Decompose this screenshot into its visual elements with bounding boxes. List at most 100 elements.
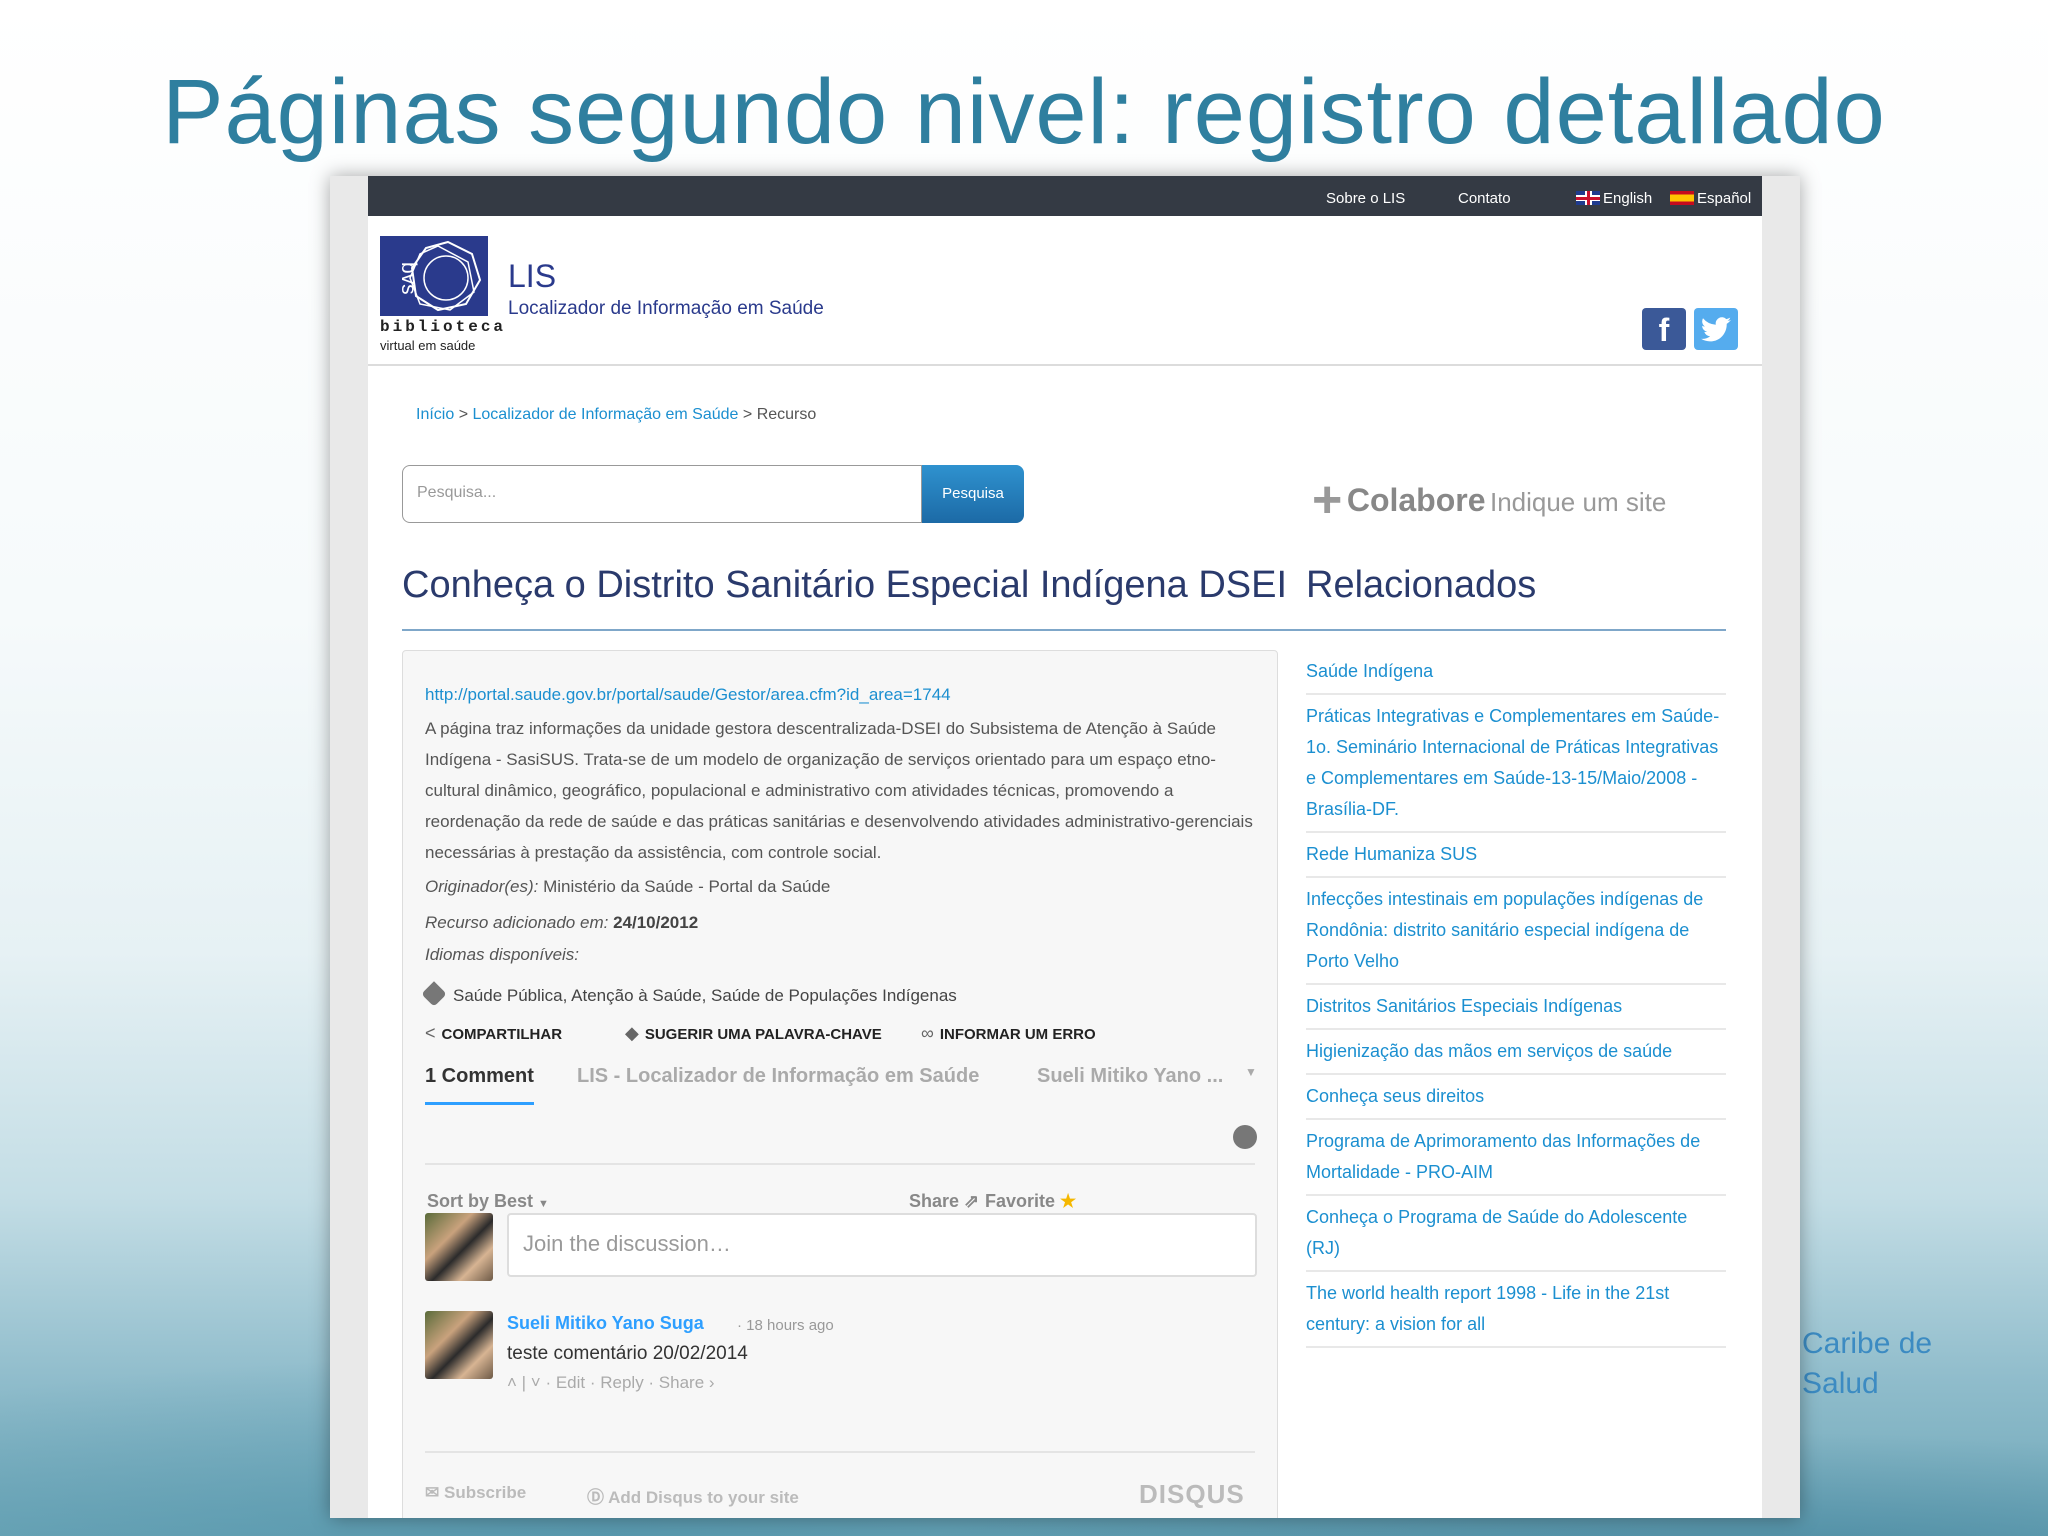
languages-row: Idiomas disponíveis: [425,945,579,965]
comment-author[interactable]: Sueli Mitiko Yano Suga [507,1313,704,1334]
share-action[interactable]: < COMPARTILHAR [425,1023,562,1044]
share-button[interactable]: Share ⇗ [909,1191,979,1212]
colabore-link[interactable]: + Colabore Indique um site [1312,470,1666,530]
breadcrumb-current: Recurso [756,406,817,423]
spain-flag-icon [1670,191,1694,205]
site-subtitle: Localizador de Informação em Saúde [508,298,824,319]
about-link[interactable]: Sobre o LIS [1326,190,1405,207]
lis-page: Sobre o LIS Contato English Español bvs … [368,176,1762,1518]
added-value: 24/10/2012 [613,913,699,932]
related-item[interactable]: Programa de Aprimoramento das Informaçõe… [1306,1120,1726,1196]
related-item[interactable]: Saúde Indígena [1306,650,1726,695]
suggest-keyword-action[interactable]: ◆ SUGERIR UMA PALAVRA-CHAVE [625,1023,882,1044]
search-input[interactable]: Pesquisa... [402,465,922,523]
related-item[interactable]: The world health report 1998 - Life in t… [1306,1272,1726,1348]
favorite-button[interactable]: Favorite ★ [985,1191,1076,1212]
share-action-label: COMPARTILHAR [441,1026,563,1043]
comment-avatar[interactable] [425,1311,493,1379]
related-item[interactable]: Conheça seus direitos [1306,1075,1726,1120]
twitter-bird-icon [1701,317,1731,342]
related-list: Saúde Indígena Práticas Integrativas e C… [1306,650,1726,1348]
resource-description: A página traz informações da unidade ges… [425,719,1253,862]
contact-link[interactable]: Contato [1458,190,1511,207]
related-item[interactable]: Práticas Integrativas e Complementares e… [1306,695,1726,833]
tag-icon [421,981,447,1007]
logo-subtitle: virtual em saúde [380,338,476,353]
comment-actions[interactable]: ˄ | ˅ · Edit · Reply · Share › [507,1373,715,1393]
added-row: Recurso adicionado em: 24/10/2012 [425,913,698,933]
subscribe-link[interactable]: ✉ Subscribe [425,1483,526,1503]
join-discussion-input[interactable]: Join the discussion… [507,1213,1257,1277]
facebook-icon[interactable]: f [1642,308,1686,350]
lang-spanish-label: Español [1697,190,1752,207]
disqus-d-icon: Ⓓ [587,1488,604,1507]
resource-url-link[interactable]: http://portal.saude.gov.br/portal/saude/… [425,685,951,705]
slide-title: Páginas segundo nivel: registro detallad… [162,61,1886,163]
related-item[interactable]: Conheça o Programa de Saúde do Adolescen… [1306,1196,1726,1272]
side-text-line: Salud [1802,1367,1879,1400]
lang-english-label: English [1603,190,1653,207]
subscribe-label: Subscribe [443,1483,527,1502]
lang-spanish-link[interactable]: Español [1670,190,1751,207]
languages-label: Idiomas disponíveis: [425,945,580,964]
breadcrumb: Início > Localizador de Informação em Sa… [416,406,816,424]
resource-title: Conheça o Distrito Sanitário Especial In… [402,564,1310,631]
twitter-icon[interactable] [1694,308,1738,350]
comment-text: teste comentário 20/02/2014 [507,1343,748,1364]
tab-user-menu[interactable]: Sueli Mitiko Yano ... [1037,1065,1223,1088]
share-label: Share [909,1191,960,1211]
logo-wordmark: biblioteca [380,318,507,336]
related-item[interactable]: Higienização das mãos em serviços de saú… [1306,1030,1726,1075]
tags-text[interactable]: Saúde Pública, Atenção à Saúde, Saúde de… [453,986,957,1005]
envelope-icon: ✉ [425,1483,440,1502]
sort-label: Sort by Best [427,1191,534,1211]
favorite-label: Favorite [985,1191,1056,1211]
report-error-action[interactable]: ∞ INFORMAR UM ERRO [921,1023,1096,1044]
originator-label: Originador(es): [425,877,539,896]
side-text-line: Caribe de [1802,1327,1933,1360]
tags-row: Saúde Pública, Atenção à Saúde, Saúde de… [421,981,957,1007]
bvs-logo[interactable]: bvs [380,236,488,316]
sort-dropdown[interactable]: Sort by Best ▼ [427,1191,549,1212]
related-item[interactable]: Infecções intestinais em populações indí… [1306,878,1726,985]
logo-bvs-text: bvs [397,262,420,295]
notification-bubble-icon[interactable] [1233,1125,1257,1149]
add-disqus-link[interactable]: Ⓓ Add Disqus to your site [587,1483,799,1508]
site-title[interactable]: LIS [508,258,556,295]
search-button[interactable]: Pesquisa [922,465,1024,523]
site-header: bvs biblioteca virtual em saúde LIS Loca… [368,216,1762,366]
resource-card: http://portal.saude.gov.br/portal/saude/… [402,650,1278,1518]
colabore-sublabel: Indique um site [1489,487,1667,517]
tag-plus-icon: ◆ [625,1023,639,1043]
added-label: Recurso adicionado em: [425,913,609,932]
disqus-logo[interactable]: DISQUS [1139,1479,1245,1510]
suggest-keyword-label: SUGERIR UMA PALAVRA-CHAVE [644,1026,882,1043]
slide-side-text: Caribe de Salud [1802,1324,1932,1404]
breadcrumb-separator: > [458,406,469,423]
top-bar: Sobre o LIS Contato English Español [368,176,1762,216]
report-error-label: INFORMAR UM ERRO [939,1026,1096,1043]
related-item[interactable]: Distritos Sanitários Especiais Indígenas [1306,985,1726,1030]
lang-english-link[interactable]: English [1576,190,1652,207]
tab-comments[interactable]: 1 Comment [425,1065,534,1105]
breadcrumb-home[interactable]: Início [416,406,454,423]
uk-flag-icon [1576,191,1600,205]
plus-icon: + [1312,471,1343,529]
caret-down-icon: ▼ [538,1198,549,1210]
star-icon: ★ [1060,1191,1077,1211]
breadcrumb-section[interactable]: Localizador de Informação em Saúde [473,406,739,423]
share-out-icon: ⇗ [964,1191,980,1211]
divider [425,1163,1255,1165]
originator-row: Originador(es): Ministério da Saúde - Po… [425,877,830,897]
avatar[interactable] [425,1213,493,1281]
comment-time[interactable]: · 18 hours ago [737,1317,834,1334]
tab-community[interactable]: LIS - Localizador de Informação em Saúde [577,1065,979,1088]
originator-value: Ministério da Saúde - Portal da Saúde [543,877,831,896]
glasses-icon: ∞ [921,1023,934,1043]
divider [425,1451,1255,1453]
chevron-down-icon[interactable]: ▼ [1245,1065,1257,1079]
related-item[interactable]: Rede Humaniza SUS [1306,833,1726,878]
related-title: Relacionados [1306,564,1726,631]
add-disqus-label: Add Disqus to your site [608,1488,799,1507]
share-icon: < [425,1023,436,1043]
